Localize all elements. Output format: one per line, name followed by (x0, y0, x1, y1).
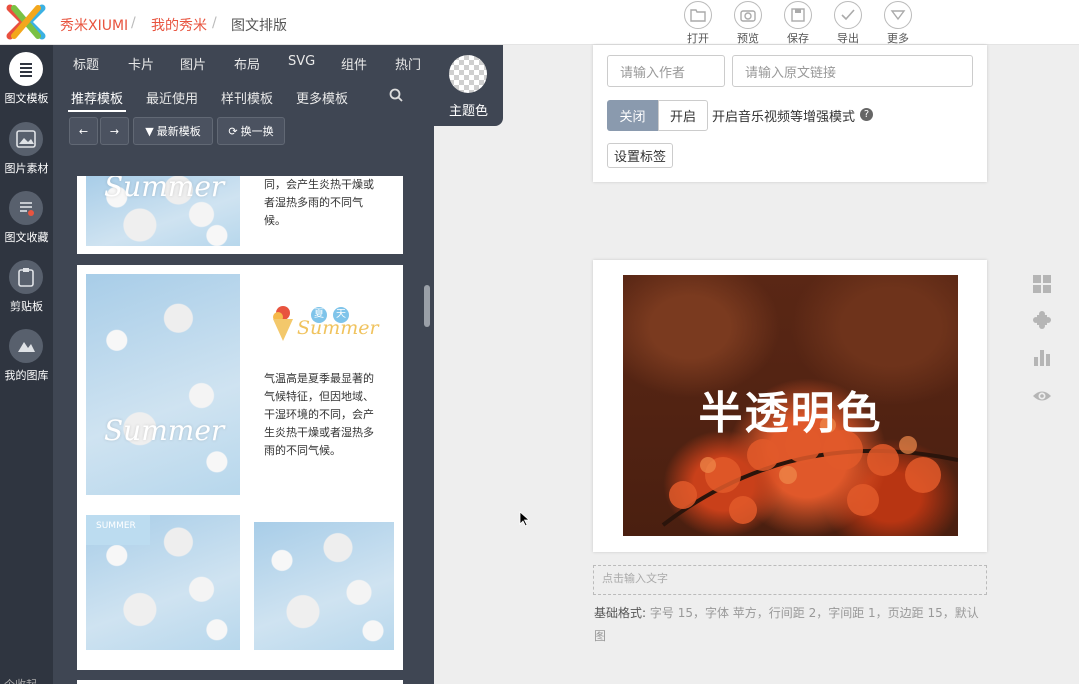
more-button[interactable]: 更多 (872, 0, 922, 45)
image-icon (9, 122, 43, 156)
author-input[interactable]: 请输入作者 (607, 55, 725, 87)
breadcrumb-my-xiumi[interactable]: 我的秀米 (151, 15, 207, 35)
xiumi-logo-icon[interactable] (6, 4, 46, 40)
enhance-mode-label: 开启音乐视频等增强模式 (712, 110, 856, 125)
save-icon (784, 1, 812, 29)
tab-title[interactable]: 标题 (73, 54, 99, 73)
tab-recommended[interactable]: 推荐模板 (71, 88, 123, 107)
tab-svg[interactable]: SVG (288, 54, 315, 69)
search-icon[interactable] (389, 88, 403, 102)
prev-button[interactable]: ← (69, 117, 98, 145)
template-card[interactable] (77, 680, 403, 684)
breadcrumb-separator: / (131, 15, 136, 31)
summer-label-box: SUMMER (86, 515, 150, 545)
card-body-text: 同，会产生炎热干燥或者湿热多雨的不同气候。 (264, 178, 374, 227)
top-bar: 秀米XIUMI / 我的秀米 / 图文排版 打开 预览 保存 导出 更多 (0, 0, 1079, 45)
puzzle-icon[interactable] (1032, 310, 1052, 330)
transparent-swatch-icon (449, 55, 487, 93)
enhance-on-button[interactable]: 开启 (658, 100, 708, 131)
chevron-down-icon (884, 1, 912, 29)
preview-button[interactable]: 预览 (722, 0, 772, 45)
card-body-text: 气温高是夏季最显著的气候特征，但因地域、干湿环境的不同，会产生炎热干燥或者湿热多… (264, 372, 374, 457)
collapse-label[interactable]: 个收起 (4, 676, 37, 684)
tab-hot[interactable]: 热门 (395, 54, 421, 73)
next-button[interactable]: → (100, 117, 129, 145)
template-card[interactable]: Summer 夏 天 Summer 气温高是夏季最显著的气候特征，但因地域、干湿… (77, 265, 403, 670)
rail-item-favorites[interactable]: 图文收藏 (0, 187, 53, 253)
cherry-blossom-photo: Summer (86, 176, 240, 246)
source-link-input[interactable]: 请输入原文链接 (732, 55, 973, 87)
template-list[interactable]: Summer 同，会产生炎热干燥或者湿热多雨的不同气候。 Summer 夏 天 … (60, 176, 434, 684)
breadcrumb-current: 图文排版 (231, 18, 287, 34)
list-icon (9, 52, 43, 86)
hero-image-card[interactable]: 半透明色 (593, 260, 987, 552)
summer-script-text: Summer (297, 317, 379, 339)
base-format-info: 基础格式: 字号 15，字体 苹方，行间距 2，字间距 1，页边距 15，默认图 (594, 606, 979, 643)
maple-leaf-image[interactable]: 半透明色 (623, 275, 958, 536)
tab-card[interactable]: 卡片 (128, 54, 154, 73)
save-button[interactable]: 保存 (772, 0, 822, 45)
cherry-blossom-photo: Summer (86, 274, 240, 495)
eye-icon[interactable] (1032, 386, 1052, 406)
tab-component[interactable]: 组件 (341, 54, 367, 73)
export-button[interactable]: 导出 (822, 0, 872, 45)
active-tab-underline (68, 110, 126, 112)
tab-layout[interactable]: 布局 (234, 54, 260, 73)
clipboard-icon (9, 260, 43, 294)
check-icon (834, 1, 862, 29)
chart-icon[interactable] (1032, 347, 1052, 367)
bookmark-icon (9, 191, 43, 225)
article-settings-card: 请输入作者 请输入原文链接 关闭 开启 开启音乐视频等增强模式 ? 设置标签 (593, 45, 987, 182)
folder-icon (684, 1, 712, 29)
open-button[interactable]: 打开 (672, 0, 722, 45)
hero-title[interactable]: 半透明色 (623, 377, 958, 441)
filter-icon: ▼ (145, 124, 154, 138)
rail-item-templates[interactable]: 图文模板 (0, 48, 53, 114)
tab-more-templates[interactable]: 更多模板 (296, 88, 348, 107)
set-tags-button[interactable]: 设置标签 (607, 143, 673, 168)
tab-sample[interactable]: 样刊模板 (221, 88, 273, 107)
gallery-icon (9, 329, 43, 363)
template-card[interactable]: Summer 同，会产生炎热干燥或者湿热多雨的不同气候。 (77, 176, 403, 254)
tab-recent[interactable]: 最近使用 (146, 88, 198, 107)
enhance-off-button[interactable]: 关闭 (607, 100, 658, 131)
panel-scrollbar[interactable] (424, 285, 430, 327)
ice-cream-icon (273, 306, 293, 341)
tab-image[interactable]: 图片 (180, 54, 206, 73)
theme-color-button[interactable]: 主题色 (434, 45, 503, 126)
cherry-blossom-photo (254, 522, 394, 650)
latest-templates-button[interactable]: ▼ 最新模板 (133, 117, 213, 145)
text-input-placeholder[interactable]: 点击输入文字 (593, 565, 987, 595)
rail-item-clipboard[interactable]: 剪贴板 (0, 256, 53, 322)
help-icon[interactable]: ? (860, 108, 873, 121)
rail-item-images[interactable]: 图片素材 (0, 118, 53, 184)
camera-icon (734, 1, 762, 29)
refresh-icon: ⟳ (228, 124, 238, 138)
breadcrumb-separator: / (212, 15, 217, 31)
mouse-cursor-icon (519, 511, 530, 527)
brand-link[interactable]: 秀米XIUMI (60, 15, 128, 35)
shuffle-button[interactable]: ⟳ 换一换 (217, 117, 285, 145)
rail-item-gallery[interactable]: 我的图库 (0, 325, 53, 391)
grid-icon[interactable] (1032, 274, 1052, 294)
